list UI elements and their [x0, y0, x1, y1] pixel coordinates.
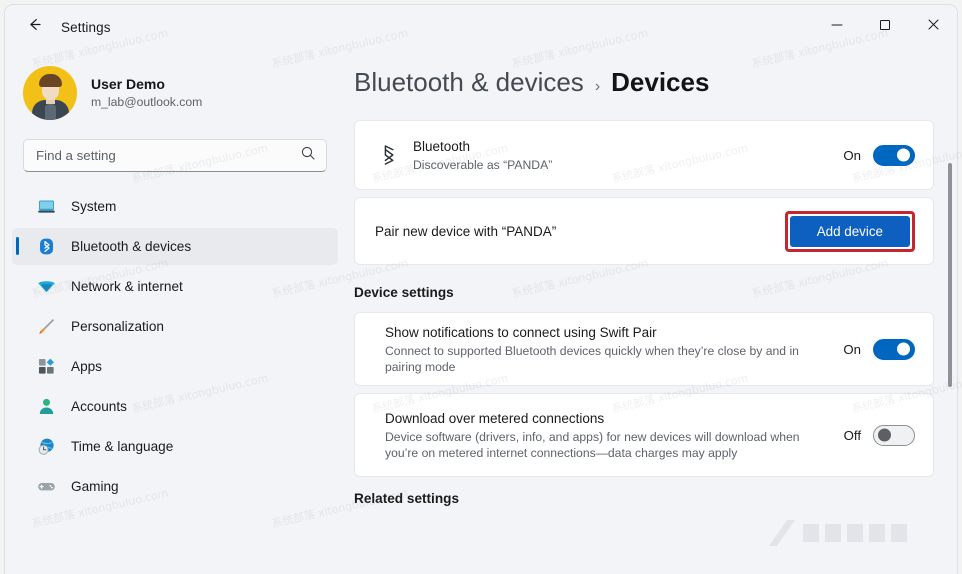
sidebar-item-system[interactable]: System — [12, 188, 338, 225]
monitor-icon — [36, 197, 56, 217]
sidebar-nav: System Bluetooth & devices Network & int… — [5, 188, 345, 505]
sidebar-item-personalization[interactable]: Personalization — [12, 308, 338, 345]
metered-connections-card: Download over metered connections Device… — [354, 393, 934, 477]
maximize-button[interactable] — [861, 5, 909, 49]
sidebar-item-label: Personalization — [71, 319, 164, 334]
clock-globe-icon — [36, 437, 56, 457]
sidebar-item-bluetooth-devices[interactable]: Bluetooth & devices — [12, 228, 338, 265]
gamepad-icon — [36, 477, 56, 497]
avatar — [23, 66, 77, 120]
sidebar-item-network-internet[interactable]: Network & internet — [12, 268, 338, 305]
metered-connections-title: Download over metered connections — [385, 411, 605, 426]
bluetooth-toggle[interactable] — [873, 144, 915, 166]
breadcrumb: Bluetooth & devices › Devices — [345, 49, 957, 98]
search-icon[interactable] — [300, 145, 316, 166]
breadcrumb-parent[interactable]: Bluetooth & devices — [354, 67, 584, 98]
wifi-icon — [36, 277, 56, 297]
minimize-icon — [831, 18, 843, 36]
sidebar-item-label: Network & internet — [71, 279, 183, 294]
bluetooth-icon — [36, 237, 56, 257]
close-button[interactable] — [909, 5, 957, 49]
related-settings-heading: Related settings — [354, 491, 459, 506]
swift-pair-title: Show notifications to connect using Swif… — [385, 325, 657, 340]
metered-connections-toggle[interactable] — [873, 424, 915, 446]
pair-new-device-card: Pair new device with “PANDA” Add device — [354, 197, 934, 265]
page-title: Devices — [611, 67, 710, 97]
search-box[interactable] — [23, 139, 327, 172]
arrow-left-icon — [26, 16, 43, 38]
bluetooth-subtitle: Discoverable as “PANDA” — [413, 158, 553, 172]
back-button[interactable] — [17, 10, 51, 44]
add-device-highlight: Add device — [784, 210, 915, 252]
bluetooth-toggle-state-label: On — [843, 147, 861, 163]
apps-grid-icon — [36, 357, 56, 377]
sidebar: User Demo m_lab@outlook.com Find a setti… — [5, 49, 345, 574]
add-device-button[interactable]: Add device — [789, 215, 910, 247]
sidebar-item-apps[interactable]: Apps — [12, 348, 338, 385]
toggle-knob — [878, 428, 891, 442]
paintbrush-icon — [36, 317, 56, 337]
pair-new-device-title: Pair new device with “PANDA” — [375, 223, 557, 239]
sidebar-item-label: System — [71, 199, 117, 214]
sidebar-item-label: Accounts — [71, 399, 127, 414]
profile-name: User Demo — [91, 76, 165, 92]
profile-email: m_lab@outlook.com — [91, 95, 203, 109]
bluetooth-title: Bluetooth — [413, 139, 471, 154]
person-icon — [36, 397, 56, 417]
settings-window: Settings User Demo m_lab@outlook.com Fin… — [4, 4, 958, 574]
app-title: Settings — [61, 19, 111, 35]
window-controls — [813, 5, 957, 49]
toggle-knob — [897, 148, 910, 162]
minimize-button[interactable] — [813, 5, 861, 49]
sidebar-item-accounts[interactable]: Accounts — [12, 388, 338, 425]
search-input[interactable] — [36, 148, 300, 163]
swift-pair-toggle[interactable] — [873, 338, 915, 360]
title-bar: Settings — [5, 5, 957, 49]
swift-pair-toggle-state-label: On — [843, 341, 861, 357]
main-content: Bluetooth & devices › Devices Bluetooth … — [345, 49, 957, 574]
scrollbar-thumb[interactable] — [948, 163, 952, 387]
sidebar-item-label: Time & language — [71, 439, 174, 454]
device-settings-heading: Device settings — [354, 285, 454, 300]
bluetooth-card: Bluetooth Discoverable as “PANDA” On — [354, 120, 934, 190]
user-profile[interactable]: User Demo m_lab@outlook.com — [5, 49, 345, 123]
chevron-right-icon: › — [594, 78, 601, 95]
sidebar-item-label: Gaming — [71, 479, 119, 494]
sidebar-item-label: Apps — [71, 359, 102, 374]
bluetooth-icon — [375, 143, 403, 167]
close-icon — [927, 18, 940, 36]
sidebar-item-gaming[interactable]: Gaming — [12, 468, 338, 505]
sidebar-item-time-language[interactable]: Time & language — [12, 428, 338, 465]
sidebar-item-label: Bluetooth & devices — [71, 239, 192, 254]
metered-connections-subtitle: Device software (drivers, info, and apps… — [385, 430, 800, 460]
swift-pair-card: Show notifications to connect using Swif… — [354, 312, 934, 386]
content-scrollbar[interactable] — [946, 115, 954, 567]
metered-toggle-state-label: Off — [843, 427, 861, 443]
settings-window-screenshot: Settings User Demo m_lab@outlook.com Fin… — [0, 0, 962, 574]
swift-pair-subtitle: Connect to supported Bluetooth devices q… — [385, 344, 799, 374]
toggle-knob — [897, 342, 910, 356]
maximize-icon — [879, 18, 891, 36]
